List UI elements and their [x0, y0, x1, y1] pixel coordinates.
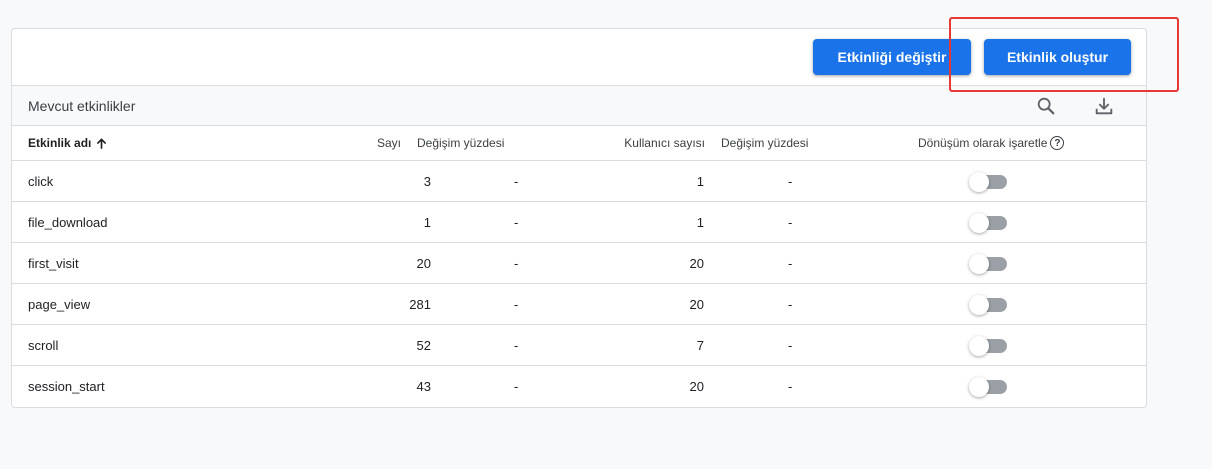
event-count-change: -: [514, 173, 519, 189]
event-users: 1: [696, 214, 704, 230]
event-count: 3: [423, 173, 431, 189]
event-users: 20: [689, 255, 704, 271]
header-count[interactable]: Sayı: [377, 126, 401, 160]
table-header: Etkinlik adı Sayı Değişim yüzdesi Kullan…: [12, 126, 1146, 161]
conversion-toggle[interactable]: [969, 295, 1007, 315]
conversion-toggle[interactable]: [969, 213, 1007, 233]
event-count-change: -: [514, 255, 519, 271]
section-title: Mevcut etkinlikler: [28, 98, 136, 114]
header-users-change[interactable]: Değişim yüzdesi: [721, 126, 808, 160]
section-header: Mevcut etkinlikler: [12, 86, 1146, 126]
event-users-change: -: [788, 214, 793, 230]
event-users: 20: [689, 379, 704, 394]
event-name[interactable]: first_visit: [28, 243, 79, 283]
modify-event-button[interactable]: Etkinliği değiştir: [813, 39, 971, 75]
conversion-toggle[interactable]: [969, 254, 1007, 274]
event-count-change: -: [514, 379, 519, 394]
event-name[interactable]: page_view: [28, 284, 90, 324]
event-name[interactable]: file_download: [28, 202, 108, 242]
event-count-change: -: [514, 296, 519, 312]
arrow-up-icon: [96, 138, 107, 149]
event-name[interactable]: scroll: [28, 325, 58, 365]
header-event-name[interactable]: Etkinlik adı: [28, 126, 107, 160]
event-users: 7: [696, 337, 704, 353]
event-users-change: -: [788, 296, 793, 312]
event-name[interactable]: session_start: [28, 366, 105, 407]
event-count-change: -: [514, 337, 519, 353]
event-users-change: -: [788, 379, 793, 394]
event-users-change: -: [788, 255, 793, 271]
header-users[interactable]: Kullanıcı sayısı: [624, 126, 705, 160]
header-conversion-label: Dönüşüm olarak işaretle: [918, 136, 1048, 150]
event-name[interactable]: click: [28, 161, 53, 201]
header-conversion: Dönüşüm olarak işaretle ?: [918, 126, 1065, 160]
conversion-toggle[interactable]: [969, 336, 1007, 356]
event-count: 20: [416, 255, 431, 271]
conversion-toggle[interactable]: [969, 172, 1007, 192]
event-users-change: -: [788, 173, 793, 189]
event-users: 1: [696, 173, 704, 189]
event-users: 20: [689, 296, 704, 312]
table-row: session_start 43 - 20 -: [12, 366, 1146, 407]
search-icon[interactable]: [1032, 92, 1060, 120]
event-count-change: -: [514, 214, 519, 230]
event-count: 43: [416, 379, 431, 394]
event-users-change: -: [788, 337, 793, 353]
help-icon[interactable]: ?: [1050, 136, 1065, 150]
table-row: scroll 52 - 7 -: [12, 325, 1146, 366]
table-row: click 3 - 1 -: [12, 161, 1146, 202]
event-count: 52: [416, 337, 431, 353]
event-count: 1: [423, 214, 431, 230]
header-event-name-label: Etkinlik adı: [28, 136, 92, 150]
table-row: page_view 281 - 20 -: [12, 284, 1146, 325]
table-body: click 3 - 1 - file_download 1 - 1 - firs…: [12, 161, 1146, 407]
table-row: first_visit 20 - 20 -: [12, 243, 1146, 284]
highlight-annotation: [949, 17, 1179, 92]
conversion-toggle[interactable]: [969, 377, 1007, 397]
event-count: 281: [409, 296, 431, 312]
header-count-change[interactable]: Değişim yüzdesi: [417, 126, 504, 160]
download-icon[interactable]: [1090, 92, 1118, 120]
table-row: file_download 1 - 1 -: [12, 202, 1146, 243]
